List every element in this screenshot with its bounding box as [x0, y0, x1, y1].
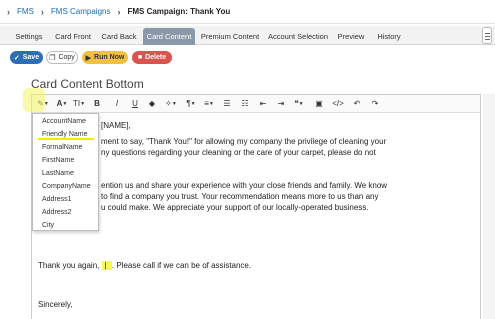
editor-line: ention us and share your experience with…	[101, 181, 388, 190]
run-now-label: Run Now	[94, 54, 125, 61]
format-highlight	[23, 88, 45, 112]
copy-label: Copy	[58, 54, 75, 61]
breadcrumb-fms[interactable]: FMS	[17, 7, 34, 16]
merge-field-option[interactable]: LastName	[42, 170, 74, 177]
merge-field-option[interactable]: City	[42, 222, 54, 229]
tab-scroll-icon[interactable]	[482, 27, 492, 44]
merge-field-option[interactable]: FormalName	[42, 144, 82, 151]
tab-settings[interactable]: Settings	[8, 28, 50, 45]
thank-you-rest: . Please call if we can be of assistance…	[111, 261, 252, 270]
merge-field-option[interactable]: FirstName	[42, 157, 74, 164]
tab-card-content[interactable]: Card Content	[143, 28, 195, 45]
save-icon: ✓	[13, 54, 20, 62]
style-icon[interactable]: ✧▼	[164, 98, 178, 110]
merge-token[interactable]: |	[101, 261, 112, 270]
highlight-icon[interactable]: ◆	[147, 98, 157, 110]
delete-button[interactable]: ■ Delete	[132, 51, 172, 64]
italic-icon[interactable]: I	[112, 98, 122, 110]
save-button[interactable]: ✓ Save	[10, 51, 43, 64]
font-color-icon[interactable]: A▼	[56, 98, 68, 110]
quote-icon[interactable]: ❝▼	[292, 98, 306, 110]
play-icon: ▶	[85, 54, 92, 62]
editor-line: to find a company you trust. Your recomm…	[101, 192, 379, 201]
breadcrumb-current: FMS Campaign: Thank You	[127, 7, 231, 16]
chevron-right-icon: ›	[40, 6, 44, 17]
underline-icon[interactable]: U	[130, 98, 140, 110]
code-icon[interactable]: </>	[332, 98, 344, 110]
thank-you-text: Thank you again,	[38, 261, 100, 270]
merge-field-option[interactable]: AccountName	[42, 118, 86, 125]
run-now-button[interactable]: ▶ Run Now	[82, 51, 128, 64]
editor-line: ny questions regarding your cleaning or …	[101, 148, 376, 157]
merge-field-option[interactable]: Address2	[42, 209, 72, 216]
editor-content[interactable]: [NAME], ment to say, "Thank You!" for al…	[32, 114, 480, 319]
indent-icon[interactable]: ⇥	[276, 98, 286, 110]
align-icon[interactable]: ≡▼	[202, 98, 216, 110]
font-size-icon[interactable]: TI▼	[72, 98, 86, 110]
merge-field-dropdown[interactable]: AccountName Friendly Name FormalName Fir…	[32, 113, 99, 231]
bold-icon[interactable]: B	[92, 98, 102, 110]
tab-card-back[interactable]: Card Back	[98, 28, 140, 45]
paragraph-icon[interactable]: ¶▼	[184, 98, 198, 110]
editor-line: [NAME],	[101, 121, 131, 130]
outdent-icon[interactable]: ⇤	[258, 98, 268, 110]
undo-icon[interactable]: ↶	[352, 98, 362, 110]
redo-icon[interactable]: ↷	[370, 98, 380, 110]
scroll-edge	[483, 94, 495, 319]
merge-field-option[interactable]: Friendly Name	[42, 131, 88, 138]
tab-card-front[interactable]: Card Front	[52, 28, 94, 45]
editor-line: ment to say, "Thank You!" for allowing m…	[101, 137, 387, 146]
trash-icon: ■	[137, 54, 143, 61]
merge-field-option[interactable]: Address1	[42, 196, 72, 203]
copy-icon: ❐	[49, 54, 56, 62]
editor-line: u could make. We appreciate your support…	[101, 203, 369, 212]
thank-you-line: Thank you again, | . Please call if we c…	[38, 260, 251, 271]
chevron-right-icon: ›	[7, 6, 10, 17]
tab-premium-content[interactable]: Premium Content	[198, 28, 262, 45]
copy-button[interactable]: ❐ Copy	[46, 51, 78, 64]
closing-line: Sincerely,	[38, 300, 73, 309]
section-title: Card Content Bottom	[31, 77, 144, 91]
selected-option-underline	[38, 138, 94, 140]
merge-field-option[interactable]: CompanyName	[42, 183, 91, 190]
breadcrumb: › FMS › FMS Campaigns › FMS Campaign: Th…	[0, 0, 495, 24]
image-icon[interactable]: ▣	[314, 98, 324, 110]
tab-preview[interactable]: Preview	[334, 28, 368, 45]
tab-account-selection[interactable]: Account Selection	[266, 28, 330, 45]
delete-label: Delete	[145, 54, 167, 61]
breadcrumb-fms-campaigns[interactable]: FMS Campaigns	[51, 7, 111, 16]
unordered-list-icon[interactable]: ☷	[240, 98, 250, 110]
chevron-right-icon: ›	[117, 6, 121, 17]
ordered-list-icon[interactable]: ☰	[222, 98, 232, 110]
tab-bar: Settings Card Front Card Back Card Conte…	[0, 26, 495, 45]
save-label: Save	[22, 54, 40, 61]
tab-history[interactable]: History	[372, 28, 406, 45]
editor-toolbar: ✎▼ A▼ TI▼ B I U ◆ ✧▼ ¶▼ ≡▼ ☰ ☷ ⇤ ⇥ ❝▼ ▣ …	[32, 95, 480, 113]
